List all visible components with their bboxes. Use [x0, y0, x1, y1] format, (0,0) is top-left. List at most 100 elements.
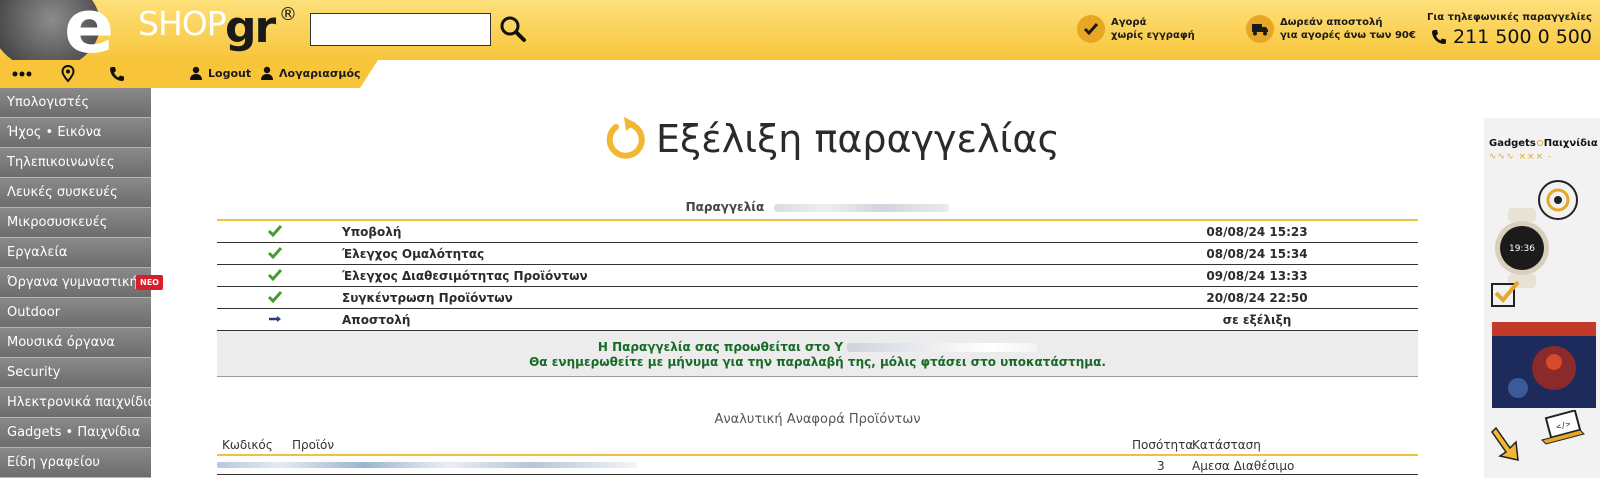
- report-table-header: Κωδικός Προϊόν Ποσότητα Κατάσταση: [217, 435, 1418, 456]
- status-date: 08/08/24 15:23: [1206, 225, 1308, 239]
- feature-line1: Αγορά: [1111, 17, 1147, 28]
- logo-gr[interactable]: gr: [225, 2, 276, 53]
- sidebar-item-telecoms[interactable]: Τηλεπικοινωνίες: [0, 148, 151, 178]
- sidebar-item-security[interactable]: Security: [0, 358, 151, 388]
- sidebar-item-outdoor[interactable]: Outdoor: [0, 298, 151, 328]
- arrow-down-icon: [1491, 426, 1519, 461]
- logo-shop[interactable]: SHOP: [138, 4, 227, 43]
- sidebar-item-label: Τηλεπικοινωνίες: [7, 155, 115, 170]
- phone-icon: [1431, 30, 1446, 44]
- sidebar-item-music[interactable]: Μουσικά όργανα: [0, 328, 151, 358]
- status-row: Αποστολή σε εξέλιξη: [217, 309, 1418, 331]
- account-link[interactable]: Λογαριασμός: [260, 66, 361, 80]
- table-row: 3 Αμεσα Διαθέσιμο: [217, 457, 1418, 475]
- order-status-table: Υποβολή 08/08/24 15:23 Έλεγχος Ομαλότητα…: [217, 219, 1418, 331]
- sidebar-item-label: Μικροσυσκευές: [7, 215, 108, 230]
- sidebar-item-small-appliances[interactable]: Μικροσυσκευές: [0, 208, 151, 238]
- status-label: Αποστολή: [342, 313, 411, 327]
- user-icon: [190, 66, 202, 80]
- phone-icon[interactable]: [107, 65, 127, 83]
- category-sidebar: Υπολογιστές Ήχος • Εικόνα Τηλεπικοινωνίε…: [0, 88, 163, 478]
- feature-line2: για αγορές άνω των 90€: [1280, 30, 1416, 41]
- order-notice: Η Παραγγελία σας προωθείται στο Υ Θα ενη…: [217, 331, 1418, 377]
- arrow-right-icon: [269, 316, 281, 322]
- status-date: 08/08/24 15:34: [1206, 247, 1308, 261]
- sidebar-item-label: Gadgets • Παιχνίδια: [7, 425, 141, 440]
- sidebar-item-gadgets[interactable]: Gadgets • Παιχνίδια: [0, 418, 151, 448]
- logo-registered: ®: [279, 4, 297, 25]
- check-icon: [267, 269, 283, 282]
- site-header: e SHOP gr ® Αγορά χωρίς εγγραφή Δωρεάν α…: [0, 0, 1600, 70]
- sidebar-item-label: Όργανα γυμναστικής: [7, 275, 146, 290]
- sidebar-item-label: Ηλεκτρονικά παιχνίδια: [7, 395, 157, 410]
- svg-text:19:36: 19:36: [1509, 244, 1535, 254]
- sidebar-item-label: Λευκές συσκευές: [7, 185, 118, 200]
- column-quantity: Ποσότητα: [1132, 438, 1194, 452]
- sidebar-item-audio-video[interactable]: Ήχος • Εικόνα: [0, 118, 151, 148]
- page-header: Εξέλιξη παραγγελίας: [604, 115, 1060, 163]
- new-badge: ΝΕΟ: [136, 275, 163, 290]
- redacted-store: [847, 343, 1038, 352]
- sidebar-item-label: Υπολογιστές: [7, 95, 90, 110]
- truck-icon: [1246, 15, 1274, 43]
- column-product: Προϊόν: [292, 438, 335, 452]
- ad-title-right: Παιχνίδια: [1543, 138, 1598, 149]
- status-row: Υποβολή 08/08/24 15:23: [217, 221, 1418, 243]
- page-title: Εξέλιξη παραγγελίας: [656, 117, 1060, 161]
- order-number: Παραγγελία: [217, 200, 1418, 214]
- sidebar-item-label: Outdoor: [7, 305, 61, 320]
- report-title: Αναλυτική Αναφορά Προϊόντων: [714, 412, 921, 427]
- ad-banner[interactable]: Gadgets Παιχνίδια ∿∿∿ ××× - 19:36 </>: [1484, 118, 1600, 478]
- search-button[interactable]: [498, 14, 528, 44]
- check-icon: [267, 247, 283, 260]
- sidebar-item-label: Μουσικά όργανα: [7, 335, 115, 350]
- feature-free-shipping: Δωρεάν αποστολή για αγορές άνω των 90€: [1246, 11, 1416, 47]
- ad-squiggle: ∿∿∿ ××× -: [1489, 152, 1553, 162]
- refresh-icon: [606, 117, 645, 159]
- sidebar-item-label: Ήχος • Εικόνα: [7, 125, 102, 140]
- redacted-product[interactable]: [217, 462, 637, 468]
- account-label: Λογαριασμός: [279, 66, 361, 80]
- column-status: Κατάσταση: [1192, 438, 1261, 452]
- status-row: Συγκέντρωση Προϊόντων 20/08/24 22:50: [217, 287, 1418, 309]
- logout-link[interactable]: Logout: [189, 66, 251, 80]
- ad-title-left: Gadgets: [1489, 138, 1536, 149]
- column-code: Κωδικός: [222, 438, 273, 452]
- sub-toolbar: Logout Λογαριασμός: [0, 60, 1600, 88]
- status-row: Έλεγχος Διαθεσιμότητας Προϊόντων 09/08/2…: [217, 265, 1418, 287]
- notice-line2: Θα ενημερωθείτε με μήνυμα για την παραλα…: [529, 355, 1106, 369]
- search-icon: [500, 16, 526, 42]
- check-icon: [1077, 15, 1105, 43]
- sidebar-item-label: Εργαλεία: [7, 245, 68, 260]
- check-icon: [267, 291, 283, 304]
- checkbox-icon: [1491, 280, 1520, 307]
- status-label: Υποβολή: [342, 225, 402, 239]
- sidebar-item-computers[interactable]: Υπολογιστές: [0, 88, 151, 118]
- dot-icon: [1536, 140, 1543, 146]
- sidebar-item-video-games[interactable]: Ηλεκτρονικά παιχνίδια: [0, 388, 156, 418]
- sidebar-item-office[interactable]: Είδη γραφείου: [0, 448, 151, 478]
- row-quantity: 3: [1157, 459, 1165, 473]
- check-icon: [267, 225, 283, 238]
- notice-line1: Η Παραγγελία σας προωθείται στο Υ: [597, 340, 844, 354]
- feature-line1: Δωρεάν αποστολή: [1280, 17, 1383, 28]
- phone-label: Για τηλεφωνικές παραγγελίες: [1426, 12, 1592, 23]
- more-icon[interactable]: [12, 65, 32, 83]
- phone-number[interactable]: 211 500 0 500: [1453, 26, 1592, 48]
- status-date: σε εξέλιξη: [1222, 313, 1292, 327]
- map-pin-icon[interactable]: [58, 65, 78, 83]
- user-icon: [261, 66, 273, 80]
- search-input[interactable]: [310, 13, 491, 46]
- sidebar-item-tools[interactable]: Εργαλεία: [0, 238, 151, 268]
- row-status: Αμεσα Διαθέσιμο: [1192, 459, 1295, 473]
- sidebar-item-white-appliances[interactable]: Λευκές συσκευές: [0, 178, 151, 208]
- status-label: Έλεγχος Ομαλότητας: [342, 247, 485, 261]
- feature-line2: χωρίς εγγραφή: [1111, 30, 1195, 41]
- order-id-redacted: [774, 203, 950, 212]
- sidebar-item-fitness[interactable]: Όργανα γυμναστικής ΝΕΟ: [0, 268, 163, 298]
- toy-box-image: [1492, 322, 1596, 408]
- phone-orders: Για τηλεφωνικές παραγγελίες 211 500 0 50…: [1427, 12, 1592, 48]
- logout-label: Logout: [208, 66, 252, 80]
- laptop-code-icon: </>: [1541, 410, 1585, 445]
- status-label: Έλεγχος Διαθεσιμότητας Προϊόντων: [342, 269, 588, 283]
